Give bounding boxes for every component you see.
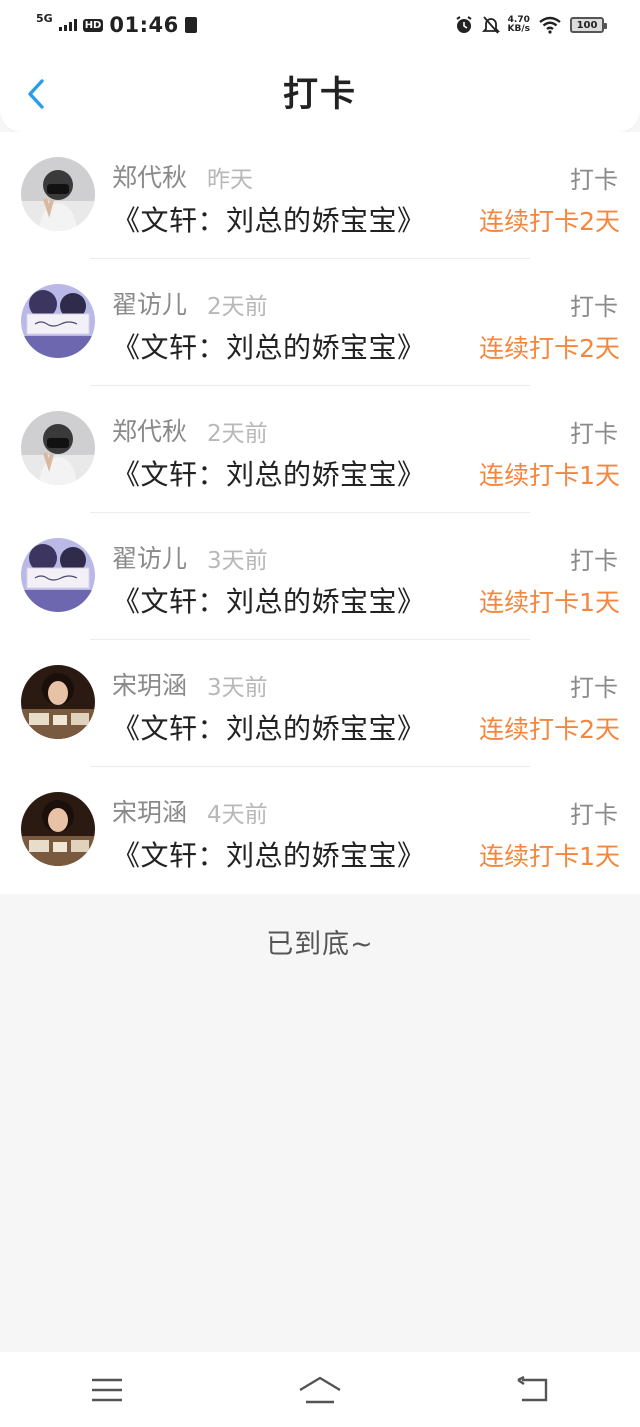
system-nav-bar bbox=[0, 1352, 640, 1427]
avatar[interactable] bbox=[21, 538, 95, 612]
user-name: 宋玥涵 bbox=[112, 671, 188, 700]
checkin-time: 4天前 bbox=[207, 802, 268, 828]
checkin-label: 打卡 bbox=[570, 801, 618, 829]
home-icon bbox=[299, 1376, 341, 1403]
book-title[interactable]: 《文轩：刘总的娇宝宝》 bbox=[112, 453, 426, 493]
list-item[interactable]: 宋玥涵 3天前 打卡 《文轩：刘总的娇宝宝》 连续打卡2天 bbox=[0, 640, 640, 767]
streak-count: 连续打卡2天 bbox=[479, 715, 620, 744]
streak-count: 连续打卡2天 bbox=[479, 334, 620, 363]
streak-count: 连续打卡1天 bbox=[479, 461, 620, 490]
net-speed-unit: KB/s bbox=[507, 24, 530, 34]
end-of-list-text: 已到底~ bbox=[266, 929, 374, 960]
home-button[interactable] bbox=[290, 1368, 350, 1412]
avatar[interactable] bbox=[21, 792, 95, 866]
status-right: 4.70 KB/s 100 bbox=[454, 15, 607, 35]
hd-badge: HD bbox=[82, 18, 104, 32]
checkin-label: 打卡 bbox=[570, 674, 618, 702]
checkin-time: 昨天 bbox=[207, 167, 253, 193]
alarm-icon bbox=[455, 16, 472, 33]
checkin-time: 2天前 bbox=[207, 294, 268, 320]
menu-button[interactable] bbox=[77, 1368, 137, 1412]
menu-icon bbox=[91, 1378, 122, 1401]
mute-bell-icon bbox=[481, 16, 500, 34]
status-time: 01:46 bbox=[109, 13, 179, 37]
avatar[interactable] bbox=[21, 665, 95, 739]
book-title[interactable]: 《文轩：刘总的娇宝宝》 bbox=[112, 326, 426, 366]
user-name: 宋玥涵 bbox=[112, 798, 188, 827]
avatar[interactable] bbox=[21, 157, 95, 231]
user-name: 郑代秋 bbox=[112, 163, 188, 192]
checkin-time: 3天前 bbox=[207, 548, 268, 574]
wifi-icon bbox=[539, 16, 561, 34]
user-name: 郑代秋 bbox=[112, 417, 188, 446]
list-item[interactable]: 郑代秋 2天前 打卡 《文轩：刘总的娇宝宝》 连续打卡1天 bbox=[0, 386, 640, 513]
back-nav-button[interactable] bbox=[503, 1368, 563, 1412]
page-title: 打卡 bbox=[282, 74, 357, 115]
checkin-label: 打卡 bbox=[570, 166, 618, 194]
battery-icon: 100 bbox=[570, 17, 607, 33]
book-title[interactable]: 《文轩：刘总的娇宝宝》 bbox=[112, 707, 426, 747]
header: 打卡 bbox=[0, 50, 640, 132]
network-type: 5G bbox=[36, 11, 53, 25]
streak-count: 连续打卡1天 bbox=[479, 842, 620, 871]
checkin-time: 2天前 bbox=[207, 421, 268, 447]
list-item[interactable]: 宋玥涵 4天前 打卡 《文轩：刘总的娇宝宝》 连续打卡1天 bbox=[0, 767, 640, 894]
list-item[interactable]: 郑代秋 昨天 打卡 《文轩：刘总的娇宝宝》 连续打卡2天 bbox=[0, 132, 640, 259]
book-title[interactable]: 《文轩：刘总的娇宝宝》 bbox=[112, 199, 426, 239]
back-icon bbox=[517, 1375, 548, 1401]
chevron-left-icon bbox=[28, 79, 44, 109]
status-bar: 5G HD 01:46 4.70 KB/s 100 bbox=[0, 0, 640, 50]
list-item[interactable]: 翟访儿 3天前 打卡 《文轩：刘总的娇宝宝》 连续打卡1天 bbox=[0, 513, 640, 640]
streak-count: 连续打卡1天 bbox=[479, 588, 620, 617]
checkin-list: 郑代秋 昨天 打卡 《文轩：刘总的娇宝宝》 连续打卡2天 翟访儿 2天前 打卡 … bbox=[0, 132, 640, 894]
avatar[interactable] bbox=[21, 284, 95, 358]
clipboard-icon bbox=[184, 17, 197, 33]
streak-count: 连续打卡2天 bbox=[479, 207, 620, 236]
checkin-label: 打卡 bbox=[570, 420, 618, 448]
avatar[interactable] bbox=[21, 411, 95, 485]
list-item[interactable]: 翟访儿 2天前 打卡 《文轩：刘总的娇宝宝》 连续打卡2天 bbox=[0, 259, 640, 386]
checkin-label: 打卡 bbox=[570, 547, 618, 575]
user-name: 翟访儿 bbox=[112, 544, 188, 573]
net-speed: 4.70 KB/s bbox=[508, 16, 530, 34]
user-name: 翟访儿 bbox=[112, 290, 188, 319]
signal-icon bbox=[58, 19, 77, 31]
book-title[interactable]: 《文轩：刘总的娇宝宝》 bbox=[112, 580, 426, 620]
checkin-time: 3天前 bbox=[207, 675, 268, 701]
checkin-label: 打卡 bbox=[570, 293, 618, 321]
status-left: 5G HD 01:46 bbox=[36, 11, 197, 37]
book-title[interactable]: 《文轩：刘总的娇宝宝》 bbox=[112, 834, 426, 874]
back-button[interactable] bbox=[20, 74, 52, 114]
battery-level: 100 bbox=[576, 19, 598, 31]
